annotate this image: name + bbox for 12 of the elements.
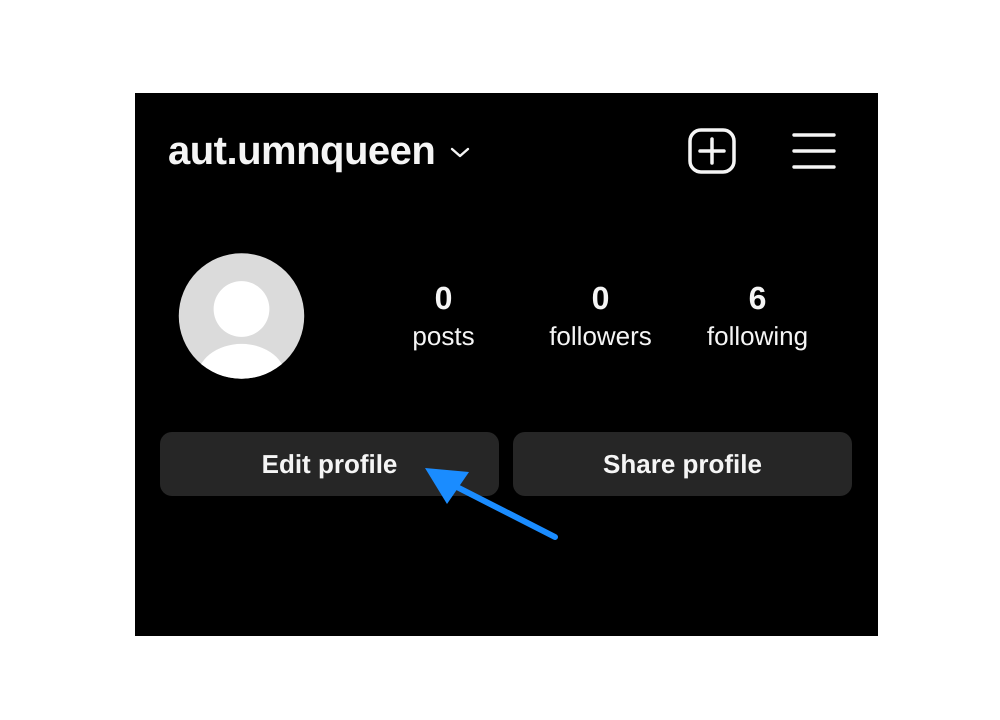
stat-count: 0 [592,279,610,318]
menu-icon[interactable] [792,133,836,169]
add-icon[interactable] [688,128,736,174]
chevron-down-icon[interactable] [449,146,472,160]
share-profile-button[interactable]: Share profile [513,432,852,496]
stat-label: following [706,320,808,353]
stat-count: 6 [748,279,766,318]
stat-count: 0 [434,279,452,318]
stat-label: followers [549,320,652,353]
stat-label: posts [412,320,475,353]
edit-profile-button[interactable]: Edit profile [160,432,499,496]
username[interactable]: aut.umnqueen [168,128,436,174]
